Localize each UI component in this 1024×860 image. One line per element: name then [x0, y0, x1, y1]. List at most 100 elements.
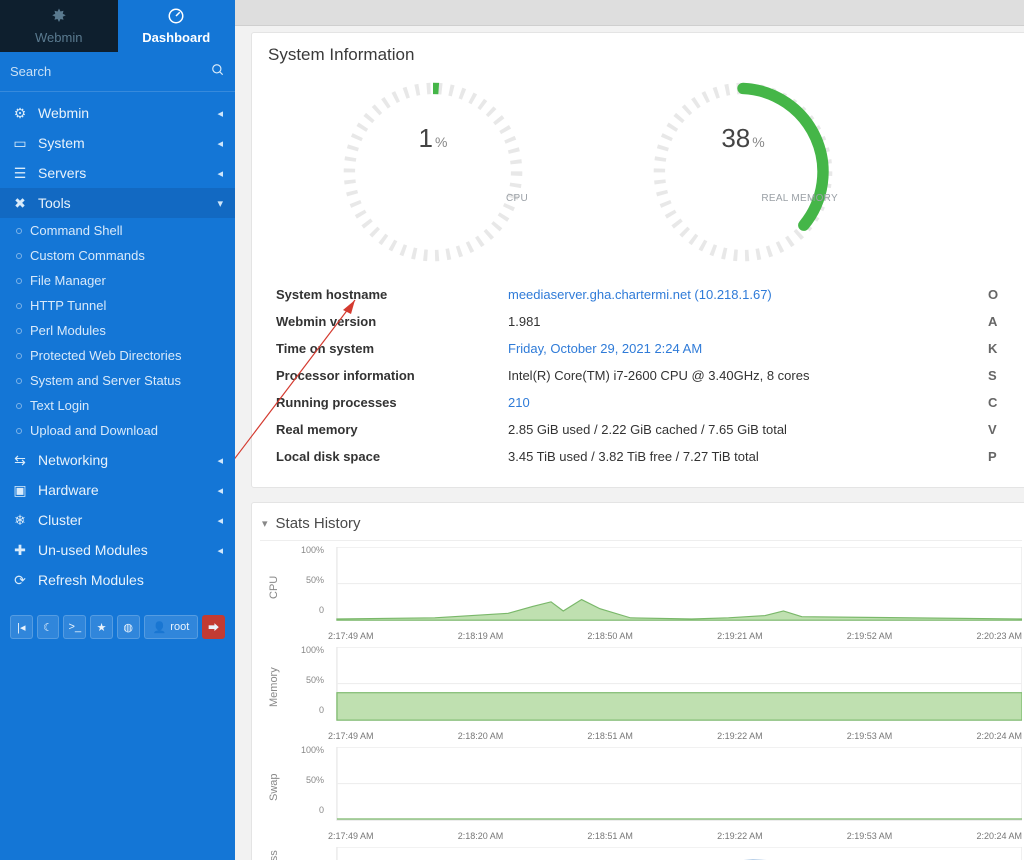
logout-button[interactable]: ⮕: [202, 615, 225, 639]
sub-label: Text Login: [30, 398, 89, 413]
night-mode-button[interactable]: ☾: [37, 615, 60, 639]
nav-hardware[interactable]: ▣ Hardware ◂: [0, 475, 235, 505]
nav-label: Webmin: [38, 105, 217, 121]
tools-submenu: Command Shell Custom Commands File Manag…: [0, 218, 235, 445]
collapse-sidebar-button[interactable]: |◂: [10, 615, 33, 639]
cut-label: A: [982, 309, 1012, 334]
content: System Information 1% CPU: [235, 26, 1024, 860]
gauge-memory: 38% REAL MEMORY: [648, 77, 838, 270]
sidebar: Webmin Dashboard ⚙ Webmin ◂ ▭: [0, 0, 235, 860]
x-tick: 2:19:22 AM: [717, 731, 763, 741]
chevron-left-icon: ◂: [217, 484, 223, 497]
y-tick: 0: [319, 605, 324, 615]
x-tick: 2:17:49 AM: [328, 831, 374, 841]
runproc-key: Running processes: [270, 390, 500, 415]
favorite-button[interactable]: ★: [90, 615, 113, 639]
gear-icon: ⚙: [12, 105, 28, 121]
stats-title: Stats History: [276, 515, 361, 532]
proc-val: Intel(R) Core(TM) i7-2600 CPU @ 3.40GHz,…: [502, 363, 980, 388]
y-tick: 100%: [301, 645, 324, 655]
user-button[interactable]: 👤 root: [144, 615, 199, 639]
gauge-cpu-label: CPU: [506, 193, 528, 204]
y-tick: 100%: [301, 745, 324, 755]
y-tick: 50%: [306, 675, 324, 685]
runproc-link[interactable]: 210: [508, 395, 530, 410]
gauge-mem-label: REAL MEMORY: [761, 193, 838, 204]
terminal-button[interactable]: >_: [63, 615, 86, 639]
x-tick: 2:17:49 AM: [328, 631, 374, 641]
hostname-link[interactable]: meediaserver.gha.chartermi.net (10.218.1…: [508, 287, 772, 302]
x-tick: 2:18:19 AM: [458, 631, 504, 641]
x-tick: 2:20:24 AM: [976, 731, 1022, 741]
disk-key: Local disk space: [270, 444, 500, 469]
nav-networking[interactable]: ⇆ Networking ◂: [0, 445, 235, 475]
value: 38: [721, 123, 750, 153]
x-tick: 2:18:20 AM: [458, 731, 504, 741]
x-tick: 2:18:51 AM: [587, 831, 633, 841]
chart-memory-xticks: 2:17:49 AM 2:18:20 AM 2:18:51 AM 2:19:22…: [328, 731, 1022, 741]
nav-unused-modules[interactable]: ✚ Un-used Modules ◂: [0, 535, 235, 565]
sub-label: Perl Modules: [30, 323, 106, 338]
stats-header[interactable]: ▾ Stats History: [260, 511, 1022, 541]
nav-label: Networking: [38, 452, 217, 468]
pct-sign: %: [435, 134, 447, 150]
sub-command-shell[interactable]: Command Shell: [0, 218, 235, 243]
nav-webmin[interactable]: ⚙ Webmin ◂: [0, 98, 235, 128]
sub-protected-web-dirs[interactable]: Protected Web Directories: [0, 343, 235, 368]
chart-process: 200: [288, 847, 1022, 860]
nav-cluster[interactable]: ❄ Cluster ◂: [0, 505, 235, 535]
tools-icon: ✖: [12, 195, 28, 211]
panel-title: System Information: [268, 45, 1014, 65]
x-tick: 2:18:51 AM: [587, 731, 633, 741]
sub-perl-modules[interactable]: Perl Modules: [0, 318, 235, 343]
tab-webmin[interactable]: Webmin: [0, 0, 118, 52]
x-tick: 2:19:53 AM: [847, 831, 893, 841]
chart-memory-wrap: Memory 100% 50% 0: [260, 647, 1022, 727]
nav-system[interactable]: ▭ System ◂: [0, 128, 235, 158]
nav-servers[interactable]: ☰ Servers ◂: [0, 158, 235, 188]
chart-memory-axis-label: Memory: [260, 647, 288, 727]
time-key: Time on system: [270, 336, 500, 361]
sub-text-login[interactable]: Text Login: [0, 393, 235, 418]
x-tick: 2:19:22 AM: [717, 831, 763, 841]
search-input[interactable]: [10, 64, 211, 79]
pct-sign: %: [752, 134, 764, 150]
servers-icon: ☰: [12, 165, 28, 181]
nav-refresh-modules[interactable]: ⟳ Refresh Modules: [0, 565, 235, 595]
proc-key: Processor information: [270, 363, 500, 388]
x-tick: 2:20:23 AM: [976, 631, 1022, 641]
tab-label: Webmin: [35, 30, 82, 45]
realmem-val: 2.85 GiB used / 2.22 GiB cached / 7.65 G…: [502, 417, 980, 442]
sub-label: Custom Commands: [30, 248, 145, 263]
chevron-left-icon: ◂: [217, 544, 223, 557]
cut-label: P: [982, 444, 1012, 469]
sidebar-toolbar: |◂ ☾ >_ ★ ◍ 👤 root ⮕: [0, 615, 235, 639]
gauge-cpu-value: 1%: [338, 123, 528, 154]
system-info-panel: System Information 1% CPU: [251, 32, 1024, 488]
chevron-left-icon: ◂: [217, 107, 223, 120]
tab-label: Dashboard: [142, 30, 210, 45]
system-info-table: System hostname meediaserver.gha.charter…: [268, 280, 1014, 471]
cut-label: S: [982, 363, 1012, 388]
sub-http-tunnel[interactable]: HTTP Tunnel: [0, 293, 235, 318]
language-button[interactable]: ◍: [117, 615, 140, 639]
sub-upload-download[interactable]: Upload and Download: [0, 418, 235, 443]
nav-label: Tools: [38, 195, 217, 211]
nav-tools[interactable]: ✖ Tools ▾: [0, 188, 235, 218]
time-link[interactable]: Friday, October 29, 2021 2:24 AM: [508, 341, 702, 356]
x-tick: 2:19:53 AM: [847, 731, 893, 741]
sub-system-server-status[interactable]: System and Server Status: [0, 368, 235, 393]
sub-file-manager[interactable]: File Manager: [0, 268, 235, 293]
tab-dashboard[interactable]: Dashboard: [118, 0, 236, 52]
sub-label: File Manager: [30, 273, 106, 288]
network-icon: ⇆: [12, 452, 28, 468]
search-icon[interactable]: [211, 63, 225, 80]
chart-swap: 100% 50% 0 2:17:49 AM 2:1: [288, 747, 1022, 827]
x-tick: 2:19:21 AM: [717, 631, 763, 641]
sub-custom-commands[interactable]: Custom Commands: [0, 243, 235, 268]
chart-memory: 100% 50% 0 2:17:49 AM 2:1: [288, 647, 1022, 727]
x-tick: 2:17:49 AM: [328, 731, 374, 741]
nav-label: Servers: [38, 165, 217, 181]
nav-label: Cluster: [38, 512, 217, 528]
chart-swap-xticks: 2:17:49 AM 2:18:20 AM 2:18:51 AM 2:19:22…: [328, 831, 1022, 841]
